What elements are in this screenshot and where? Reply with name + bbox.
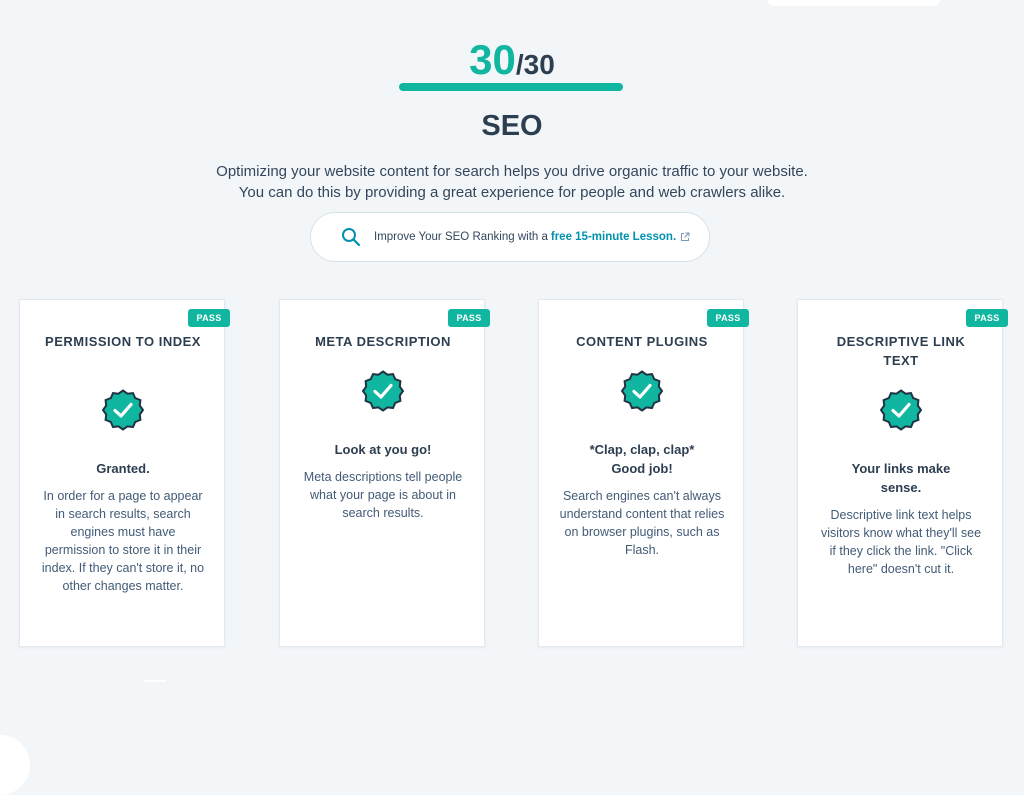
- card-description: Descriptive link text helps visitors kno…: [820, 508, 982, 576]
- description-line-2: You can do this by providing a great exp…: [238, 184, 786, 201]
- score-display: 30/30: [0, 36, 1024, 84]
- audit-card-descriptive-link-text: PASS DESCRIPTIVE LINK TEXT Your links ma…: [797, 299, 1008, 647]
- audit-card-content-plugins: PASS CONTENT PLUGINS *Clap, clap, clap* …: [538, 299, 749, 647]
- card-description: In order for a page to appear in search …: [41, 489, 205, 593]
- search-icon: [341, 227, 361, 247]
- external-link-icon: [680, 232, 690, 242]
- card-title: PERMISSION TO INDEX: [45, 334, 201, 349]
- divider: [144, 680, 166, 682]
- pass-badge: PASS: [448, 309, 490, 327]
- card-title: CONTENT PLUGINS: [576, 334, 708, 349]
- section-description: Optimizing your website content for sear…: [112, 161, 912, 203]
- pass-badge: PASS: [707, 309, 749, 327]
- top-panel-edge: [768, 0, 940, 6]
- check-badge-icon: [361, 370, 405, 412]
- check-badge-icon: [101, 389, 145, 431]
- corner-decoration: [0, 735, 30, 795]
- check-badge-icon: [620, 370, 664, 412]
- lesson-link-pill[interactable]: Improve Your SEO Ranking with a free 15-…: [310, 212, 710, 262]
- score-total: /30: [515, 49, 555, 80]
- card-status: *Clap, clap, clap* Good job!: [589, 442, 695, 476]
- score-value: 30: [469, 36, 516, 83]
- card-title: DESCRIPTIVE LINK TEXT: [836, 334, 966, 368]
- audit-card-meta-description: PASS META DESCRIPTION Look at you go! Me…: [279, 299, 490, 647]
- card-title: META DESCRIPTION: [315, 334, 451, 349]
- description-line-1: Optimizing your website content for sear…: [216, 163, 808, 180]
- lesson-prefix: Improve Your SEO Ranking with a: [374, 231, 548, 243]
- card-status: Your links make sense.: [851, 461, 951, 495]
- pass-badge: PASS: [966, 309, 1008, 327]
- score-progress-bar: [399, 83, 623, 91]
- check-badge-icon: [879, 389, 923, 431]
- audit-card-permission-to-index: PASS PERMISSION TO INDEX Granted. In ord…: [19, 299, 230, 647]
- pass-badge: PASS: [188, 309, 230, 327]
- card-description: Search engines can't always understand c…: [559, 489, 725, 557]
- section-title: SEO: [481, 110, 543, 142]
- card-description: Meta descriptions tell people what your …: [303, 470, 463, 520]
- card-status: Look at you go!: [334, 442, 432, 457]
- lesson-link[interactable]: free 15-minute Lesson.: [551, 231, 676, 243]
- card-status: Granted.: [96, 461, 150, 476]
